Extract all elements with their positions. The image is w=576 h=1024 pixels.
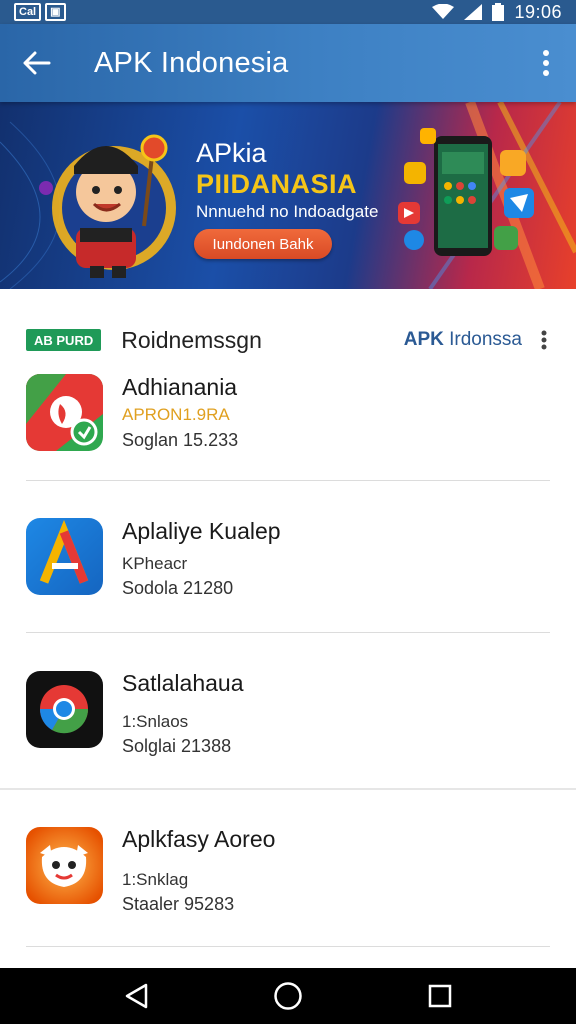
app-size: Sodola 21280: [122, 578, 234, 598]
app-name: Aplkfasy Aoreo: [122, 826, 276, 852]
chrome-like-app-icon: [26, 671, 103, 748]
screen: Cal ▣ 19:06 APK Indonesia APkia PIIDANAS…: [0, 0, 576, 1024]
square-recents-icon: [428, 984, 452, 1008]
app-version: KPheacr: [122, 554, 188, 573]
app-version: 1:Snlaos: [122, 712, 189, 731]
back-button[interactable]: [0, 24, 74, 102]
green-red-app-icon: [26, 374, 103, 451]
divider: [26, 632, 550, 633]
banner-subtitle: Nnnuehd no Indoadgate: [196, 202, 379, 221]
circle-home-icon: [274, 982, 302, 1010]
section-header: AB PURD Roidnemssgn APK Irdonssa: [0, 318, 576, 362]
app-bar: APK Indonesia: [0, 24, 576, 102]
app-size: Staaler 95283: [122, 894, 235, 914]
divider: [0, 788, 576, 790]
divider: [26, 946, 550, 947]
app-name: Adhianania: [122, 374, 238, 400]
nav-back-button[interactable]: [111, 971, 161, 1021]
divider: [26, 480, 550, 481]
banner-heading-highlight: PIIDANASIA: [196, 169, 358, 199]
app-version: APRON1.9RA: [122, 405, 230, 424]
triangle-back-icon: [125, 983, 148, 1009]
banner-heading: APkia: [196, 138, 267, 168]
nav-home-button[interactable]: [263, 971, 313, 1021]
list-item[interactable]: Satlalahaua 1:Snlaos Solglai 21388: [0, 664, 576, 814]
app-name: Satlalahaua: [122, 670, 244, 696]
status-right: 19:06: [432, 2, 562, 23]
list-item[interactable]: Aplaliye Kualep KPheacr Sodola 21280: [0, 512, 576, 662]
battery-icon: [492, 3, 505, 21]
section-badge: AB PURD: [26, 329, 102, 351]
section-brand: APK Irdonssa: [404, 329, 522, 351]
system-nav-bar: [0, 968, 576, 1024]
list-item[interactable]: Aplkfasy Aoreo 1:Snklag Staaler 95283: [0, 822, 576, 972]
blue-a-app-icon: [26, 518, 103, 595]
mascot-illustration: [39, 134, 176, 278]
banner-cta-button[interactable]: Iundonen Bahk: [194, 229, 332, 259]
signal-icon: [464, 4, 483, 20]
list-item[interactable]: Adhianania APRON1.9RA Soglan 15.233: [0, 368, 576, 518]
status-bar: Cal ▣ 19:06: [0, 0, 576, 24]
brand-prefix: APK: [403, 329, 444, 350]
section-title: Roidnemssgn: [121, 326, 262, 353]
overflow-menu-button[interactable]: [516, 24, 576, 102]
notification-icon: Cal: [14, 3, 42, 21]
wifi-icon: [432, 4, 455, 19]
orange-mascot-app-icon: [26, 827, 103, 904]
more-vert-icon: [541, 330, 547, 350]
app-size: Solglai 21388: [122, 736, 232, 756]
promo-banner[interactable]: APkia PIIDANASIA Nnnuehd no Indoadgate I…: [0, 102, 576, 289]
status-time: 19:06: [514, 1, 562, 22]
page-title: APK Indonesia: [94, 46, 289, 79]
more-vert-icon: [543, 50, 549, 76]
app-size: Soglan 15.233: [122, 430, 239, 450]
status-left: Cal ▣: [14, 3, 66, 21]
nav-recents-button[interactable]: [415, 971, 465, 1021]
image-icon: ▣: [45, 3, 66, 21]
section-more-button[interactable]: [522, 318, 566, 362]
app-name: Aplaliye Kualep: [122, 518, 281, 544]
brand-suffix: Irdonssa: [443, 329, 522, 350]
phone-illustration: [398, 128, 534, 256]
app-version: 1:Snklag: [122, 870, 189, 889]
arrow-back-icon: [23, 51, 51, 75]
